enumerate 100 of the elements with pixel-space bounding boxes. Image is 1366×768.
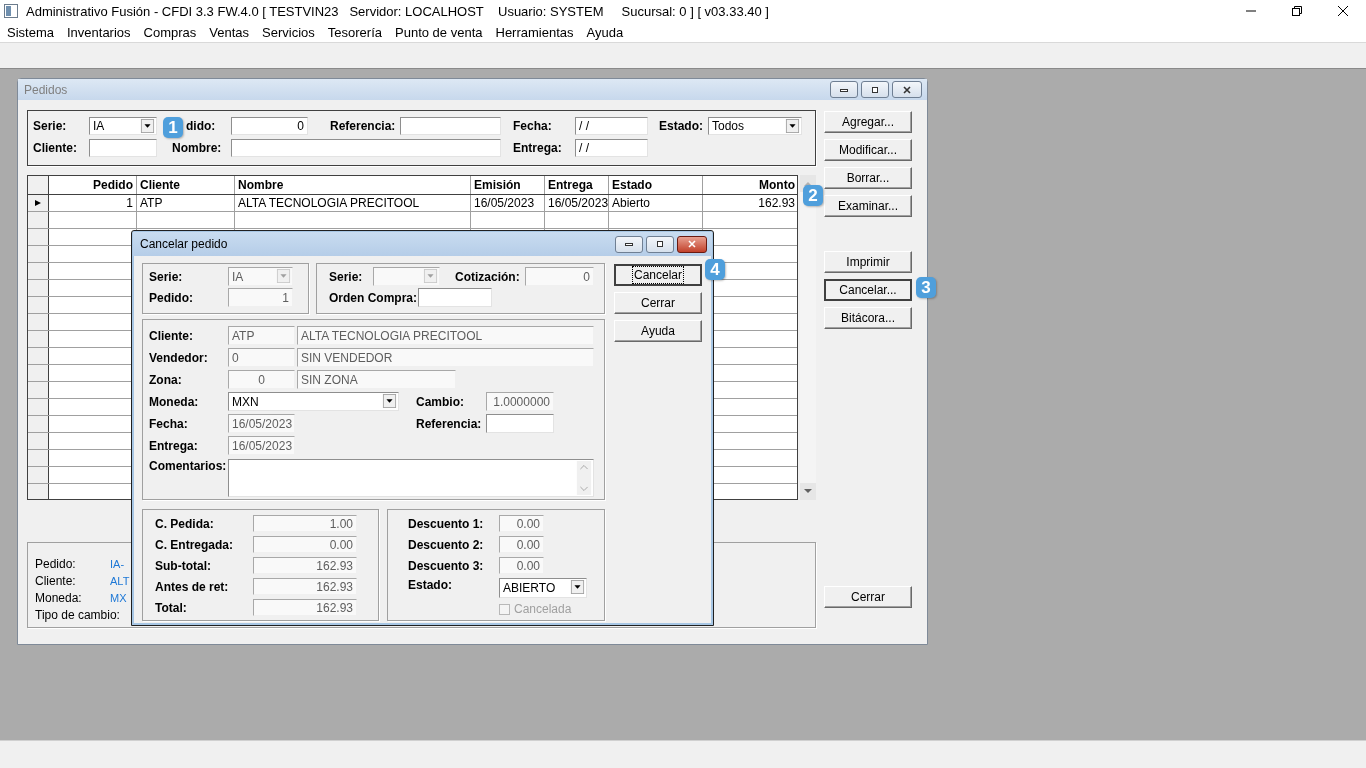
text-area[interactable]: [228, 459, 594, 497]
info-value: ALT: [110, 575, 130, 587]
row-header[interactable]: [28, 297, 49, 313]
menu-item[interactable]: Punto de venta: [388, 24, 489, 40]
field-label: Moneda:: [149, 394, 200, 409]
row-header[interactable]: [28, 348, 49, 364]
menu-item[interactable]: Sistema: [0, 24, 60, 40]
field-label: Descuento 3:: [408, 558, 485, 573]
row-header[interactable]: [28, 433, 49, 449]
row-header[interactable]: [28, 263, 49, 279]
text-field[interactable]: [89, 139, 157, 157]
menu-item[interactable]: Ayuda: [579, 24, 630, 40]
row-header[interactable]: [28, 450, 49, 466]
text-field[interactable]: [400, 117, 501, 135]
info-label: Cliente:: [35, 574, 77, 588]
field-label: Antes de ret:: [155, 579, 230, 594]
row-header[interactable]: [28, 484, 49, 499]
field-label: Nombre:: [172, 141, 223, 155]
button[interactable]: Bitácora...: [824, 307, 912, 329]
close-button[interactable]: [677, 235, 707, 253]
window-title: Cancelar pedido: [140, 237, 228, 251]
menu-item[interactable]: Tesorería: [320, 24, 389, 40]
dropdown-field[interactable]: MXN: [228, 392, 399, 411]
field-label: Referencia:: [416, 416, 483, 431]
menu-item[interactable]: Inventarios: [59, 24, 137, 40]
row-header[interactable]: [28, 229, 49, 245]
button[interactable]: Cerrar: [614, 292, 702, 314]
button[interactable]: Cancelar: [614, 264, 702, 286]
button[interactable]: Modificar...: [824, 139, 912, 161]
info-value: IA-: [110, 558, 125, 570]
scrollbar[interactable]: [800, 175, 816, 500]
table-cell: Abierto: [609, 195, 703, 211]
table-cell: 1: [49, 195, 137, 211]
row-header[interactable]: [28, 195, 49, 211]
column-header[interactable]: Emisión: [471, 176, 545, 194]
text-field[interactable]: / /: [575, 117, 648, 135]
row-header[interactable]: [28, 314, 49, 330]
field-label: Descuento 1:: [408, 516, 485, 531]
field-label: Vendedor:: [149, 350, 209, 365]
menu-item[interactable]: Servicios: [255, 24, 321, 40]
field-label: Estado:: [659, 119, 704, 133]
restore-icon: [870, 85, 880, 94]
field-label: dido:: [186, 119, 217, 133]
dropdown-field[interactable]: Todos: [708, 117, 802, 135]
button[interactable]: Borrar...: [824, 167, 912, 189]
info-label: Tipo de cambio:: [35, 608, 120, 622]
dropdown-field[interactable]: ABIERTO: [499, 578, 587, 598]
field-label: Fecha:: [149, 416, 189, 431]
window-title: Pedidos: [24, 82, 68, 97]
close-icon[interactable]: [1337, 5, 1349, 17]
menu-item[interactable]: Ventas: [202, 24, 256, 40]
text-field[interactable]: [486, 414, 554, 433]
row-header[interactable]: [28, 416, 49, 432]
button[interactable]: Agregar...: [824, 111, 912, 133]
field-label: Entrega:: [513, 141, 563, 155]
button[interactable]: Cerrar: [824, 586, 912, 608]
button[interactable]: Ayuda: [614, 320, 702, 342]
minimize-button[interactable]: [615, 235, 643, 253]
text-field[interactable]: [418, 288, 492, 307]
row-header[interactable]: [28, 331, 49, 347]
column-header[interactable]: Cliente: [137, 176, 235, 194]
field-label: C. Entregada:: [155, 537, 234, 552]
info-label: Moneda:: [35, 591, 83, 605]
column-header[interactable]: Nombre: [235, 176, 471, 194]
field-label: Zona:: [149, 372, 183, 387]
menu-item[interactable]: Compras: [136, 24, 203, 40]
column-header[interactable]: Monto: [703, 176, 797, 194]
column-header[interactable]: Pedido: [49, 176, 137, 194]
window-title: Administrativo Fusión - CFDI 3.3 FW.4.0 [ TESTVIN23 Servidor: LOCALHOST Usuario: SYSTEM Sucursal: 0 ] [ v03.33.40 ]: [26, 3, 769, 19]
text-field[interactable]: [231, 139, 501, 157]
text-field[interactable]: 0: [231, 117, 308, 135]
row-pointer-icon: [34, 199, 42, 207]
column-header[interactable]: Entrega: [545, 176, 609, 194]
field-label: Total:: [155, 600, 188, 615]
row-header[interactable]: [28, 399, 49, 415]
row-header[interactable]: [28, 467, 49, 483]
table-cell: 16/05/2023: [471, 195, 545, 211]
row-header[interactable]: [28, 365, 49, 381]
button[interactable]: Imprimir: [824, 251, 912, 273]
info-value: MX: [110, 592, 127, 604]
field-label: Cambio:: [416, 394, 465, 409]
row-header[interactable]: [28, 212, 49, 228]
row-header[interactable]: [28, 246, 49, 262]
button[interactable]: Examinar...: [824, 195, 912, 217]
dropdown-field[interactable]: IA: [89, 117, 157, 135]
scrollbar[interactable]: [576, 461, 592, 495]
field-label: Cliente:: [33, 141, 78, 155]
field-label: Serie:: [329, 269, 364, 284]
text-field[interactable]: / /: [575, 139, 648, 157]
menu-item[interactable]: Herramientas: [488, 24, 580, 40]
field-label: Comentarios:: [149, 459, 228, 473]
restore-button[interactable]: [646, 235, 674, 253]
button[interactable]: Cancelar...: [824, 279, 912, 301]
row-header[interactable]: [28, 280, 49, 296]
field-label: C. Pedida:: [155, 516, 215, 531]
field-label: Serie:: [33, 119, 68, 133]
field-label: Fecha:: [513, 119, 553, 133]
column-header[interactable]: Estado: [609, 176, 703, 194]
row-header[interactable]: [28, 382, 49, 398]
restore-icon[interactable]: [1291, 5, 1303, 17]
